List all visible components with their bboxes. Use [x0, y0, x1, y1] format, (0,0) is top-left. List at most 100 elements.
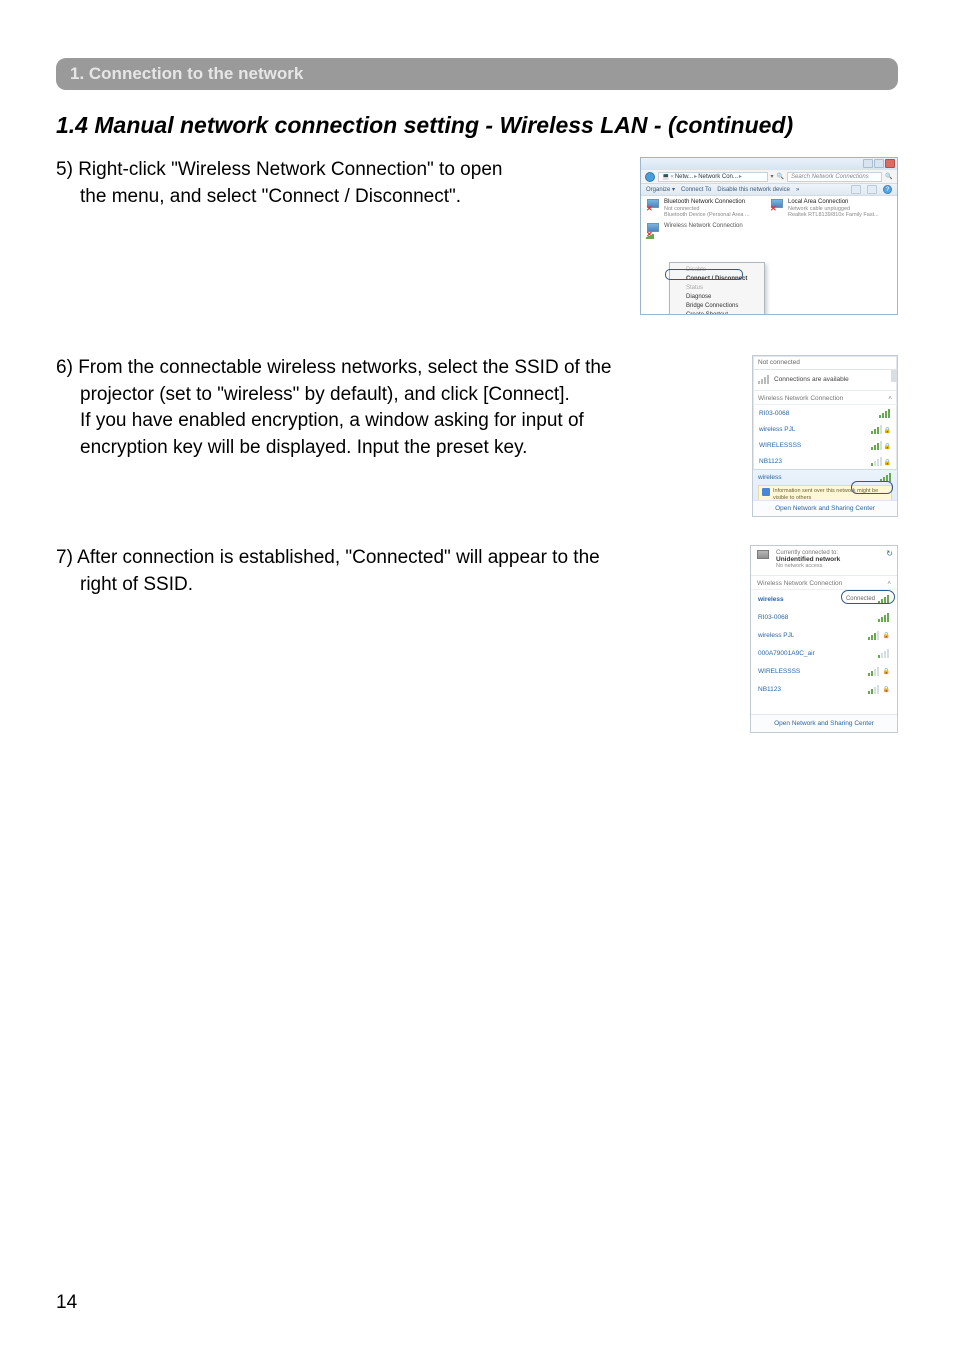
step-6-line1: From the connectable wireless networks, …	[78, 357, 611, 378]
back-button[interactable]	[645, 172, 655, 182]
step-6-line4: encryption key will be displayed. Input …	[56, 435, 734, 462]
network-item[interactable]: WIRELESSSS 🔒	[751, 662, 897, 680]
ssid-label: wireless	[758, 596, 784, 603]
net-icon: 💻	[662, 173, 669, 180]
close-button[interactable]	[885, 159, 895, 168]
ssid-label: RI03-0068	[758, 614, 788, 621]
screenshot-connected: ↻ Currently connected to: Unidentified n…	[750, 545, 898, 733]
step-5-line2: the menu, and select "Connect / Disconne…	[56, 184, 622, 211]
signal-icon	[878, 648, 890, 658]
step-6: 6) From the connectable wireless network…	[56, 355, 898, 517]
ssid-label: WIRELESSSS	[759, 442, 801, 449]
disable-device-button[interactable]: Disable this network device	[717, 187, 790, 193]
bluetooth-connection-item[interactable]: ✕ Bluetooth Network Connection Not conne…	[647, 199, 767, 219]
search-go-icon[interactable]: 🔍	[885, 173, 893, 180]
breadcrumb-part2: Network Con...	[698, 174, 738, 180]
menu-status[interactable]: Status	[670, 283, 764, 292]
menu-disable[interactable]: Disable	[670, 265, 764, 274]
scrollbar[interactable]	[891, 370, 897, 382]
step-7: 7) After connection is established, "Con…	[56, 545, 898, 733]
lan-connection-item[interactable]: ✕ Local Area Connection Network cable un…	[771, 199, 891, 219]
toolbar: Organize ▾ Connect To Disable this netwo…	[641, 184, 897, 196]
menu-connect-disconnect[interactable]: Connect / Disconnect	[670, 274, 764, 283]
chevron-up-icon[interactable]: ˄	[888, 395, 892, 402]
network-item[interactable]: WIRELESSSS 🔒	[753, 437, 897, 453]
network-icon	[757, 550, 771, 562]
signal-icon	[880, 472, 892, 482]
network-item[interactable]: NB1123 🔒	[753, 453, 897, 469]
bluetooth-title: Bluetooth Network Connection	[664, 199, 750, 206]
menu-shortcut[interactable]: Create Shortcut	[670, 310, 764, 315]
ssid-label: NB1123	[759, 458, 782, 465]
signal-icon	[871, 440, 883, 450]
network-item[interactable]: RI03-0068	[751, 608, 897, 626]
context-menu: Disable Connect / Disconnect Status Diag…	[669, 262, 765, 315]
lock-icon: 🔒	[883, 632, 890, 639]
screenshot-available-networks: Not connected Connections are available …	[752, 355, 898, 517]
step-6-line3: If you have enabled encryption, a window…	[56, 408, 734, 435]
organize-menu[interactable]: Organize ▾	[646, 186, 675, 193]
signal-icon	[878, 594, 890, 604]
signal-icon	[871, 456, 883, 466]
view-icon[interactable]	[851, 185, 861, 194]
unidentified-label: Unidentified network	[776, 556, 840, 563]
signal-icon	[868, 666, 880, 676]
breadcrumb-part1: Netw...	[675, 174, 693, 180]
page-heading: 1.4 Manual network connection setting - …	[56, 112, 898, 139]
screenshot-network-connections: 💻 « Netw... ▸ Network Con... ▸ ▾ 🔍 Searc…	[640, 157, 898, 315]
step-7-line1: After connection is established, "Connec…	[77, 547, 600, 568]
lock-icon: 🔒	[883, 668, 890, 675]
lock-icon: 🔒	[884, 427, 891, 434]
network-item[interactable]: RI03-0068	[753, 405, 897, 421]
step-5-line1: Right-click "Wireless Network Connection…	[78, 159, 502, 180]
not-connected-label: Not connected	[753, 356, 897, 370]
signal-icon	[878, 612, 890, 622]
lock-icon: 🔒	[883, 686, 890, 693]
address-bar: 💻 « Netw... ▸ Network Con... ▸ ▾ 🔍 Searc…	[641, 170, 897, 184]
wireless-title: Wireless Network Connection	[664, 223, 743, 229]
ssid-label: NB1123	[758, 686, 781, 693]
window-titlebar	[641, 158, 897, 170]
lock-icon: 🔒	[884, 459, 891, 466]
menu-bridge[interactable]: Bridge Connections	[670, 301, 764, 310]
open-sharing-center-link[interactable]: Open Network and Sharing Center	[751, 714, 897, 732]
wireless-subheader: Wireless Network Connection˄	[753, 391, 897, 405]
ssid-label: wireless PJL	[759, 426, 795, 433]
preview-icon[interactable]	[867, 185, 877, 194]
network-item[interactable]: wireless PJL 🔒	[751, 626, 897, 644]
step-6-number: 6)	[56, 357, 73, 378]
noaccess-label: No network access	[776, 563, 840, 569]
connections-available: Connections are available	[753, 370, 897, 391]
page-number: 14	[56, 1292, 77, 1314]
shield-icon	[762, 488, 770, 496]
menu-diagnose[interactable]: Diagnose	[670, 292, 764, 301]
ssid-label: wireless	[758, 474, 781, 481]
minimize-button[interactable]	[863, 159, 873, 168]
maximize-button[interactable]	[874, 159, 884, 168]
signal-icon	[871, 424, 883, 434]
refresh-icon[interactable]: ↻	[886, 549, 893, 558]
currently-connected-header: Currently connected to: Unidentified net…	[751, 546, 897, 576]
help-icon[interactable]: ?	[883, 185, 892, 194]
wireless-connection-item[interactable]: ✕ Wireless Network Connection	[647, 223, 891, 237]
network-item[interactable]: NB1123 🔒	[751, 680, 897, 698]
connect-to-button[interactable]: Connect To	[681, 187, 711, 193]
network-item[interactable]: wireless PJL 🔒	[753, 421, 897, 437]
lock-icon: 🔒	[884, 443, 891, 450]
available-label: Connections are available	[774, 376, 849, 383]
connected-label: Connected	[846, 596, 875, 602]
step-5-number: 5)	[56, 159, 73, 180]
ssid-label: wireless PJL	[758, 632, 794, 639]
step-7-number: 7)	[56, 547, 73, 568]
search-icon: 🔍	[777, 173, 784, 180]
section-header-bar: 1. Connection to the network	[56, 58, 898, 90]
ssid-label: RI03-0068	[759, 410, 789, 417]
network-item[interactable]: 000A79001A9C_air	[751, 644, 897, 662]
network-item-connected[interactable]: wireless Connected	[751, 590, 897, 608]
chevron-up-icon[interactable]: ˄	[887, 580, 891, 587]
breadcrumb[interactable]: 💻 « Netw... ▸ Network Con... ▸	[658, 172, 768, 182]
lan-title: Local Area Connection	[788, 199, 879, 206]
signal-icon	[879, 408, 891, 418]
search-input[interactable]: Search Network Connections	[787, 172, 882, 182]
open-sharing-center-link[interactable]: Open Network and Sharing Center	[753, 500, 897, 516]
